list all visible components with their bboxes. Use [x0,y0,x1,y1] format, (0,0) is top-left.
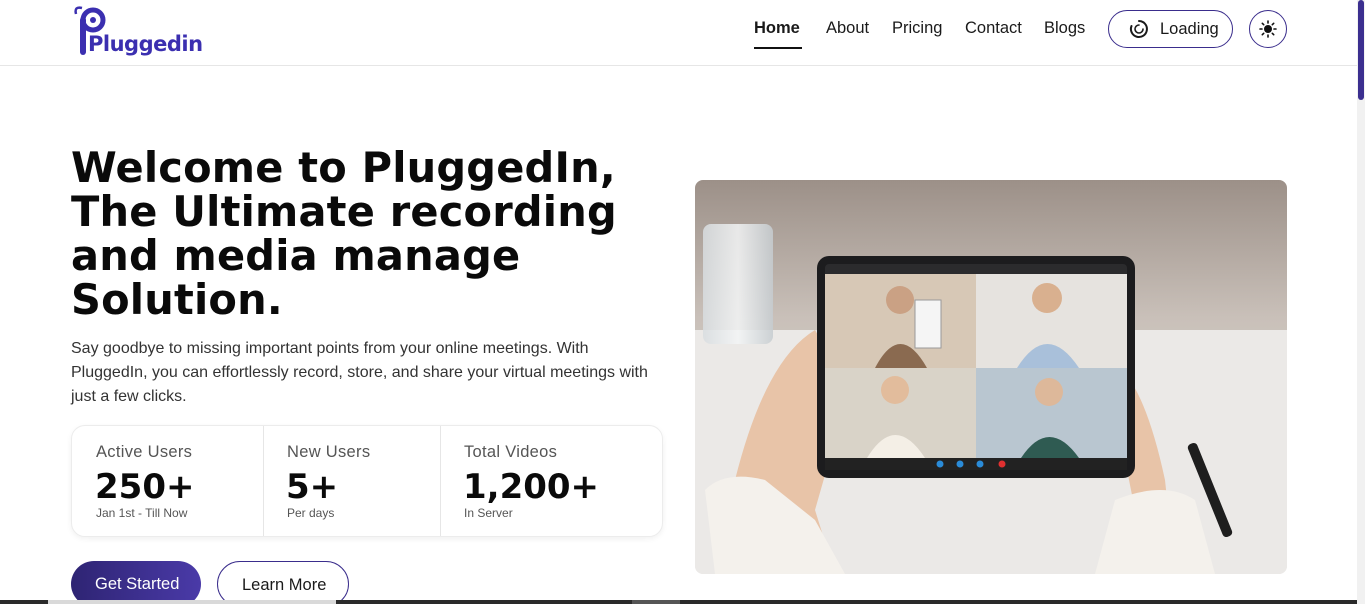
loading-spinner-icon [1129,20,1148,38]
learn-more-button[interactable]: Learn More [217,561,349,604]
stat-subtext: Per days [287,506,335,520]
stat-value: 1,200+ [463,467,600,507]
stat-value: 5+ [286,467,339,507]
get-started-label: Get Started [95,575,180,593]
stat-subtext: Jan 1st - Till Now [96,506,188,520]
nav-home[interactable]: Home [754,19,800,38]
nav-about[interactable]: About [826,19,869,38]
strip-segment [632,600,680,604]
video-call-illustration [695,180,1287,574]
stat-label: New Users [287,443,371,461]
hero-title: Welcome to PluggedIn, The Ultimate recor… [71,143,617,324]
nav-contact[interactable]: Contact [965,19,1022,38]
loading-label: Loading [1160,20,1219,38]
hero-image-video-call [695,180,1287,574]
learn-more-label: Learn More [242,576,327,594]
theme-toggle-button[interactable] [1249,10,1287,48]
bottom-horizontal-scrollbar [0,600,1357,604]
nav-pricing[interactable]: Pricing [892,19,942,38]
page-scrollbar[interactable] [1357,0,1365,604]
stat-active-users: Active Users 250+ Jan 1st - Till Now [72,426,263,536]
stat-label: Total Videos [464,443,558,461]
site-header: Pluggedin Home About Pricing Contact Blo… [0,0,1357,66]
scrollbar-thumb[interactable] [1358,0,1364,100]
sun-icon [1259,20,1277,38]
hero-description: Say goodbye to missing important points … [71,340,648,405]
loading-button[interactable]: Loading [1108,10,1233,48]
get-started-button[interactable]: Get Started [71,561,201,604]
strip-segment [48,600,336,604]
stat-value: 250+ [95,467,195,507]
main-nav: Home About Pricing Contact Blogs Loading [0,0,1357,66]
stat-label: Active Users [96,443,193,461]
stat-total-videos: Total Videos 1,200+ In Server [440,426,662,536]
stat-subtext: In Server [464,506,513,520]
stats-card: Active Users 250+ Jan 1st - Till Now New… [71,425,663,537]
active-nav-indicator [754,47,802,49]
nav-blogs[interactable]: Blogs [1044,19,1085,38]
stat-new-users: New Users 5+ Per days [263,426,440,536]
